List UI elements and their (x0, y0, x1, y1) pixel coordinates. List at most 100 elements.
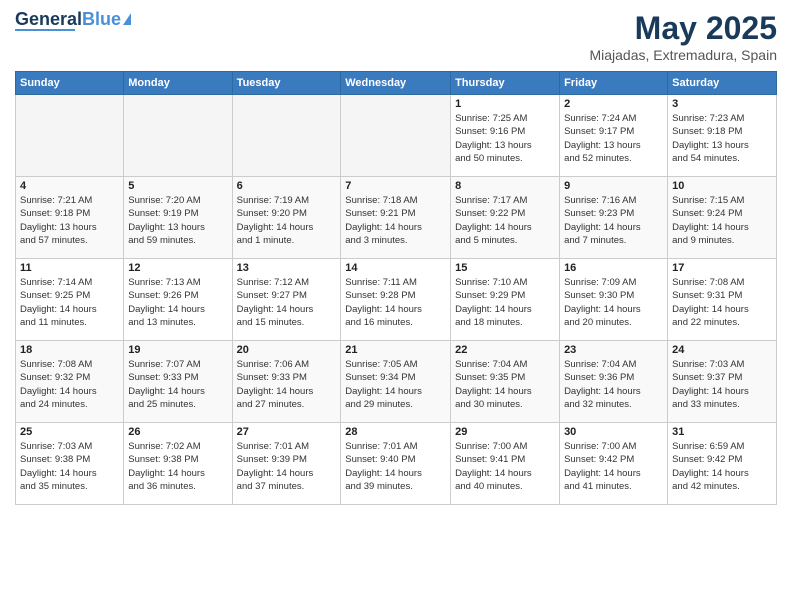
calendar-cell: 31 Sunrise: 6:59 AM Sunset: 9:42 PM Dayli… (668, 423, 777, 505)
day-number: 5 (128, 180, 227, 192)
day-number: 9 (564, 180, 663, 192)
calendar-cell: 15Sunrise: 7:10 AM Sunset: 9:29 PM Dayli… (451, 259, 560, 341)
day-number: 28 (345, 426, 446, 438)
day-info: Sunrise: 7:05 AM Sunset: 9:34 PM Dayligh… (345, 358, 446, 411)
calendar-cell (232, 95, 341, 177)
day-info: Sunrise: 7:10 AM Sunset: 9:29 PM Dayligh… (455, 276, 555, 329)
calendar-week-0: 1 Sunrise: 7:25 AM Sunset: 9:16 PM Daylig… (16, 95, 777, 177)
calendar-cell: 24 Sunrise: 7:03 AM Sunset: 9:37 PM Dayli… (668, 341, 777, 423)
calendar-table: SundayMondayTuesdayWednesdayThursdayFrid… (15, 71, 777, 505)
day-info: Sunrise: 7:07 AM Sunset: 9:33 PM Dayligh… (128, 358, 227, 411)
day-info: Sunrise: 7:02 AM Sunset: 9:38 PM Dayligh… (128, 440, 227, 493)
day-number: 26 (128, 426, 227, 438)
day-info: Sunrise: 7:04 AM Sunset: 9:36 PM Dayligh… (564, 358, 663, 411)
calendar-cell: 8 Sunrise: 7:17 AM Sunset: 9:22 PM Daylig… (451, 177, 560, 259)
calendar-cell: 16Sunrise: 7:09 AM Sunset: 9:30 PM Dayli… (560, 259, 668, 341)
logo-triangle-icon (123, 13, 131, 25)
day-info: Sunrise: 7:15 AM Sunset: 9:24 PM Dayligh… (672, 194, 772, 247)
calendar-cell: 22Sunrise: 7:04 AM Sunset: 9:35 PM Dayli… (451, 341, 560, 423)
day-info: Sunrise: 7:17 AM Sunset: 9:22 PM Dayligh… (455, 194, 555, 247)
day-number: 7 (345, 180, 446, 192)
day-number: 2 (564, 98, 663, 110)
day-info: Sunrise: 7:04 AM Sunset: 9:35 PM Dayligh… (455, 358, 555, 411)
calendar-cell: 5 Sunrise: 7:20 AM Sunset: 9:19 PM Daylig… (124, 177, 232, 259)
calendar-cell: 23 Sunrise: 7:04 AM Sunset: 9:36 PM Dayli… (560, 341, 668, 423)
day-number: 14 (345, 262, 446, 274)
calendar-header-sunday: Sunday (16, 72, 124, 95)
day-number: 6 (237, 180, 337, 192)
calendar-cell: 3 Sunrise: 7:23 AM Sunset: 9:18 PM Daylig… (668, 95, 777, 177)
day-number: 27 (237, 426, 337, 438)
calendar-cell (341, 95, 451, 177)
calendar-cell: 12 Sunrise: 7:13 AM Sunset: 9:26 PM Dayli… (124, 259, 232, 341)
title-section: May 2025 Miajadas, Extremadura, Spain (589, 10, 777, 63)
calendar-cell: 29Sunrise: 7:00 AM Sunset: 9:41 PM Dayli… (451, 423, 560, 505)
calendar-header-friday: Friday (560, 72, 668, 95)
header: GeneralBlue May 2025 Miajadas, Extremadu… (15, 10, 777, 63)
calendar-week-4: 25 Sunrise: 7:03 AM Sunset: 9:38 PM Dayli… (16, 423, 777, 505)
calendar-header-tuesday: Tuesday (232, 72, 341, 95)
day-info: Sunrise: 7:14 AM Sunset: 9:25 PM Dayligh… (20, 276, 119, 329)
day-number: 31 (672, 426, 772, 438)
calendar-cell: 27 Sunrise: 7:01 AM Sunset: 9:39 PM Dayli… (232, 423, 341, 505)
day-info: Sunrise: 7:09 AM Sunset: 9:30 PM Dayligh… (564, 276, 663, 329)
day-number: 24 (672, 344, 772, 356)
day-number: 17 (672, 262, 772, 274)
calendar-cell (16, 95, 124, 177)
day-info: Sunrise: 7:16 AM Sunset: 9:23 PM Dayligh… (564, 194, 663, 247)
calendar-cell: 14Sunrise: 7:11 AM Sunset: 9:28 PM Dayli… (341, 259, 451, 341)
day-info: Sunrise: 7:06 AM Sunset: 9:33 PM Dayligh… (237, 358, 337, 411)
day-info: Sunrise: 7:23 AM Sunset: 9:18 PM Dayligh… (672, 112, 772, 165)
calendar-cell: 1 Sunrise: 7:25 AM Sunset: 9:16 PM Daylig… (451, 95, 560, 177)
day-number: 18 (20, 344, 119, 356)
day-info: Sunrise: 7:19 AM Sunset: 9:20 PM Dayligh… (237, 194, 337, 247)
calendar-week-2: 11Sunrise: 7:14 AM Sunset: 9:25 PM Dayli… (16, 259, 777, 341)
calendar-cell: 2 Sunrise: 7:24 AM Sunset: 9:17 PM Daylig… (560, 95, 668, 177)
logo-text: GeneralBlue (15, 10, 121, 28)
day-info: Sunrise: 7:03 AM Sunset: 9:38 PM Dayligh… (20, 440, 119, 493)
main-title: May 2025 (589, 10, 777, 47)
day-info: Sunrise: 7:00 AM Sunset: 9:42 PM Dayligh… (564, 440, 663, 493)
calendar-header-saturday: Saturday (668, 72, 777, 95)
day-info: Sunrise: 7:13 AM Sunset: 9:26 PM Dayligh… (128, 276, 227, 329)
calendar-week-3: 18Sunrise: 7:08 AM Sunset: 9:32 PM Dayli… (16, 341, 777, 423)
day-info: Sunrise: 7:03 AM Sunset: 9:37 PM Dayligh… (672, 358, 772, 411)
calendar-cell: 20 Sunrise: 7:06 AM Sunset: 9:33 PM Dayli… (232, 341, 341, 423)
calendar-cell: 11Sunrise: 7:14 AM Sunset: 9:25 PM Dayli… (16, 259, 124, 341)
calendar-cell: 7Sunrise: 7:18 AM Sunset: 9:21 PM Daylig… (341, 177, 451, 259)
calendar-cell: 6 Sunrise: 7:19 AM Sunset: 9:20 PM Daylig… (232, 177, 341, 259)
calendar-cell: 25 Sunrise: 7:03 AM Sunset: 9:38 PM Dayli… (16, 423, 124, 505)
day-number: 25 (20, 426, 119, 438)
day-number: 23 (564, 344, 663, 356)
day-info: Sunrise: 7:01 AM Sunset: 9:39 PM Dayligh… (237, 440, 337, 493)
calendar-week-1: 4Sunrise: 7:21 AM Sunset: 9:18 PM Daylig… (16, 177, 777, 259)
calendar-cell: 4Sunrise: 7:21 AM Sunset: 9:18 PM Daylig… (16, 177, 124, 259)
day-number: 10 (672, 180, 772, 192)
day-number: 8 (455, 180, 555, 192)
day-number: 12 (128, 262, 227, 274)
day-number: 1 (455, 98, 555, 110)
calendar-cell: 26 Sunrise: 7:02 AM Sunset: 9:38 PM Dayli… (124, 423, 232, 505)
day-number: 29 (455, 426, 555, 438)
calendar-cell: 21 Sunrise: 7:05 AM Sunset: 9:34 PM Dayli… (341, 341, 451, 423)
day-info: Sunrise: 6:59 AM Sunset: 9:42 PM Dayligh… (672, 440, 772, 493)
day-info: Sunrise: 7:08 AM Sunset: 9:31 PM Dayligh… (672, 276, 772, 329)
calendar-cell (124, 95, 232, 177)
day-info: Sunrise: 7:20 AM Sunset: 9:19 PM Dayligh… (128, 194, 227, 247)
day-info: Sunrise: 7:25 AM Sunset: 9:16 PM Dayligh… (455, 112, 555, 165)
logo: GeneralBlue (15, 10, 131, 31)
day-number: 20 (237, 344, 337, 356)
calendar-header-monday: Monday (124, 72, 232, 95)
day-number: 3 (672, 98, 772, 110)
calendar-cell: 9 Sunrise: 7:16 AM Sunset: 9:23 PM Daylig… (560, 177, 668, 259)
day-info: Sunrise: 7:01 AM Sunset: 9:40 PM Dayligh… (345, 440, 446, 493)
calendar-cell: 18Sunrise: 7:08 AM Sunset: 9:32 PM Dayli… (16, 341, 124, 423)
calendar-cell: 28 Sunrise: 7:01 AM Sunset: 9:40 PM Dayli… (341, 423, 451, 505)
calendar-cell: 19 Sunrise: 7:07 AM Sunset: 9:33 PM Dayli… (124, 341, 232, 423)
day-info: Sunrise: 7:24 AM Sunset: 9:17 PM Dayligh… (564, 112, 663, 165)
subtitle: Miajadas, Extremadura, Spain (589, 47, 777, 63)
calendar-cell: 17 Sunrise: 7:08 AM Sunset: 9:31 PM Dayli… (668, 259, 777, 341)
day-number: 19 (128, 344, 227, 356)
day-number: 21 (345, 344, 446, 356)
calendar-header-thursday: Thursday (451, 72, 560, 95)
